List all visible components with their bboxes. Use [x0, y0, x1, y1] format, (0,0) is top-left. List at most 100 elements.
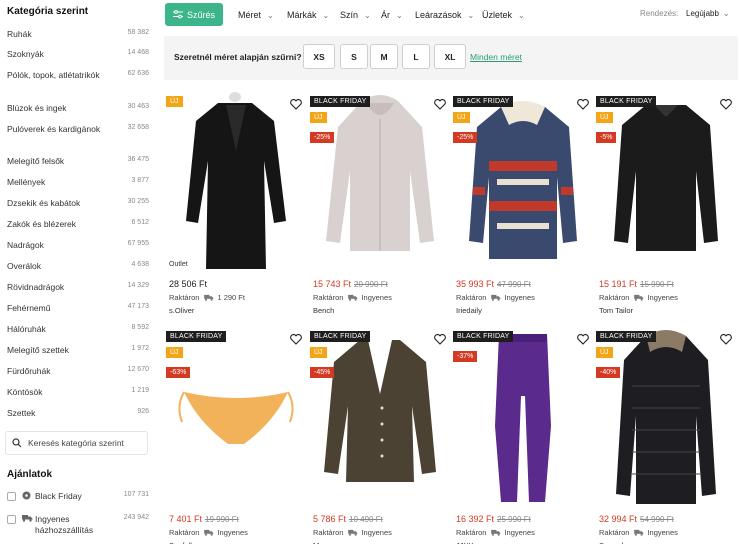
category-label: Köntösök: [7, 387, 43, 397]
filter-menu-4[interactable]: Ár ⌄: [381, 10, 403, 20]
product-card[interactable]: BLACK FRIDAY ÚJ -25% 35 993 Ft 47 990 Ft Ra…: [453, 91, 592, 320]
stock-status: Raktáron: [313, 293, 344, 302]
filter-menu-6[interactable]: Üzletek ⌄: [482, 10, 525, 20]
product-image-area[interactable]: [453, 91, 592, 274]
chevron-down-icon: ⌄: [518, 11, 525, 20]
filter-menu-label: Méret: [238, 10, 262, 20]
category-label: Zakók és blézerek: [7, 219, 76, 229]
category-label: Fürdőruhák: [7, 366, 51, 376]
shipping-cost: 1 290 Ft: [217, 293, 245, 302]
product-image-area[interactable]: [596, 326, 735, 509]
product-card[interactable]: BLACK FRIDAY ÚJ -5% 15 191 Ft 15 990 Ft Rak…: [596, 91, 735, 320]
heart-icon[interactable]: [720, 99, 732, 110]
all-sizes-link[interactable]: Minden méret: [470, 52, 522, 62]
product-card[interactable]: BLACK FRIDAY ÚJ -45% 5 786 Ft 10 490 Ft Rak…: [310, 326, 449, 544]
category-count: 36 475: [127, 156, 149, 163]
product-image-area[interactable]: [310, 326, 449, 509]
heart-icon[interactable]: [577, 334, 589, 345]
sidebar-category-item[interactable]: Melegítő szettek 1 972: [7, 345, 149, 356]
offer-checkbox[interactable]: [7, 515, 16, 524]
offer-item[interactable]: Ingyenes házhozszállítás 243 942: [7, 514, 149, 538]
product-card[interactable]: BLACK FRIDAY ÚJ -63% 7 401 Ft 19 990 Ft Rak…: [166, 326, 305, 544]
category-label: Szettek: [7, 408, 36, 418]
current-price: 28 506 Ft: [169, 279, 208, 289]
heart-icon[interactable]: [290, 99, 302, 110]
sidebar-category-item[interactable]: Mellények 3 877: [7, 177, 149, 188]
product-price: 15 743 Ft 20 990 Ft: [313, 279, 388, 289]
product-card[interactable]: BLACK FRIDAY ÚJ -25% 15 743 Ft 20 990 Ft Ra…: [310, 91, 449, 320]
sort-dropdown[interactable]: Legújabb ⌄: [686, 9, 730, 18]
shipping-cost: Ingyenes: [504, 293, 535, 302]
product-price: 28 506 Ft: [169, 279, 207, 289]
sidebar-category-item[interactable]: Hálóruhák 8 592: [7, 324, 149, 335]
product-card[interactable]: ÚJ Outlet 28 506 Ft Raktáron 1 290 Ft s.…: [166, 91, 305, 320]
sidebar-category-item[interactable]: Melegítő felsők 36 475: [7, 156, 149, 167]
category-count: 8 592: [131, 324, 149, 331]
sidebar-category-item[interactable]: Pulóverek és kardigánok 32 658: [7, 124, 149, 135]
sidebar-category-item[interactable]: Pólók, topok, atlétatrikók 62 636: [7, 70, 149, 81]
sidebar-category-item[interactable]: Köntösök 1 219: [7, 387, 149, 398]
new-badge: ÚJ: [166, 96, 183, 107]
truck-icon: [204, 529, 214, 536]
sidebar-category-item[interactable]: Rövidnadrágok 14 329: [7, 282, 149, 293]
product-image: [178, 391, 294, 444]
sidebar-category-item[interactable]: Szoknyák 14 468: [7, 49, 149, 60]
filter-button[interactable]: Szűrés: [165, 3, 223, 26]
product-brand: Iriedaily: [456, 306, 482, 315]
filter-bar: Szűrés Méret ⌄ Márkák ⌄ Szín ⌄ Ár ⌄ Leárazások ⌄ Ü…: [156, 0, 740, 34]
heart-icon[interactable]: [577, 99, 589, 110]
discount-badge: -40%: [596, 367, 621, 378]
product-price: 7 401 Ft 19 990 Ft: [169, 514, 239, 524]
offer-count: 243 942: [123, 514, 149, 521]
sidebar: Kategória szerint Ruhák 58 382 Szoknyák 14 …: [0, 0, 156, 544]
product-image-area[interactable]: [596, 91, 735, 274]
heart-icon[interactable]: [434, 99, 446, 110]
size-option-button[interactable]: L: [402, 44, 430, 69]
product-image-area[interactable]: [166, 91, 305, 274]
size-option-button[interactable]: XS: [303, 44, 335, 69]
sidebar-category-item[interactable]: Fürdőruhák 12 670: [7, 366, 149, 377]
sidebar-category-item[interactable]: Ruhák 58 382: [7, 29, 149, 40]
product-card[interactable]: BLACK FRIDAY -37% 16 392 Ft 25 990 Ft Rakt…: [453, 326, 592, 544]
product-image-area[interactable]: [310, 91, 449, 274]
sidebar-category-item[interactable]: Szettek 926: [7, 408, 149, 419]
discount-badge: -45%: [310, 367, 335, 378]
heart-icon[interactable]: [434, 334, 446, 345]
sidebar-category-item[interactable]: Zakók és blézerek 6 512: [7, 219, 149, 230]
filter-menu-2[interactable]: Márkák ⌄: [287, 10, 329, 20]
category-label: Ruhák: [7, 29, 32, 39]
stock-status: Raktáron: [456, 293, 487, 302]
heart-icon[interactable]: [720, 334, 732, 345]
stock-info: Raktáron Ingyenes: [456, 528, 535, 537]
filter-menu-1[interactable]: Méret ⌄: [238, 10, 274, 20]
product-price: 32 994 Ft 54 990 Ft: [599, 514, 674, 524]
new-badge: ÚJ: [453, 112, 470, 123]
stock-info: Raktáron Ingyenes: [599, 293, 678, 302]
product-image-area[interactable]: [166, 326, 305, 509]
sidebar-category-item[interactable]: Overálok 4 638: [7, 261, 149, 272]
sidebar-category-item[interactable]: Fehérnemű 47 173: [7, 303, 149, 314]
category-search-input[interactable]: Keresés kategória szerint: [5, 431, 148, 455]
size-option-button[interactable]: M: [370, 44, 398, 69]
offer-item[interactable]: Black Friday 107 731: [7, 491, 149, 515]
filter-menu-label: Szín: [340, 10, 359, 20]
product-card[interactable]: BLACK FRIDAY ÚJ -40% 32 994 Ft 54 990 Ft Ra…: [596, 326, 735, 544]
size-option-button[interactable]: S: [340, 44, 368, 69]
filter-menu-3[interactable]: Szín ⌄: [340, 10, 371, 20]
size-option-button[interactable]: XL: [434, 44, 466, 69]
sidebar-category-item[interactable]: Nadrágok 67 955: [7, 240, 149, 251]
heart-icon[interactable]: [290, 334, 302, 345]
black-friday-badge: BLACK FRIDAY: [596, 331, 657, 342]
category-label: Nadrágok: [7, 240, 44, 250]
stock-info: Raktáron Ingyenes: [313, 528, 392, 537]
offer-checkbox[interactable]: [7, 492, 16, 501]
product-price: 16 392 Ft 25 990 Ft: [456, 514, 531, 524]
product-image: [614, 105, 718, 251]
category-label: Overálok: [7, 261, 42, 271]
sidebar-category-item[interactable]: Blúzok és ingek 30 463: [7, 103, 149, 114]
filter-menu-5[interactable]: Leárazások ⌄: [415, 10, 474, 20]
category-count: 30 255: [127, 198, 149, 205]
size-question: Szeretnél méret alapján szűrni?: [174, 52, 302, 62]
category-label: Mellények: [7, 177, 46, 187]
sidebar-category-item[interactable]: Dzsekik és kabátok 30 255: [7, 198, 149, 209]
